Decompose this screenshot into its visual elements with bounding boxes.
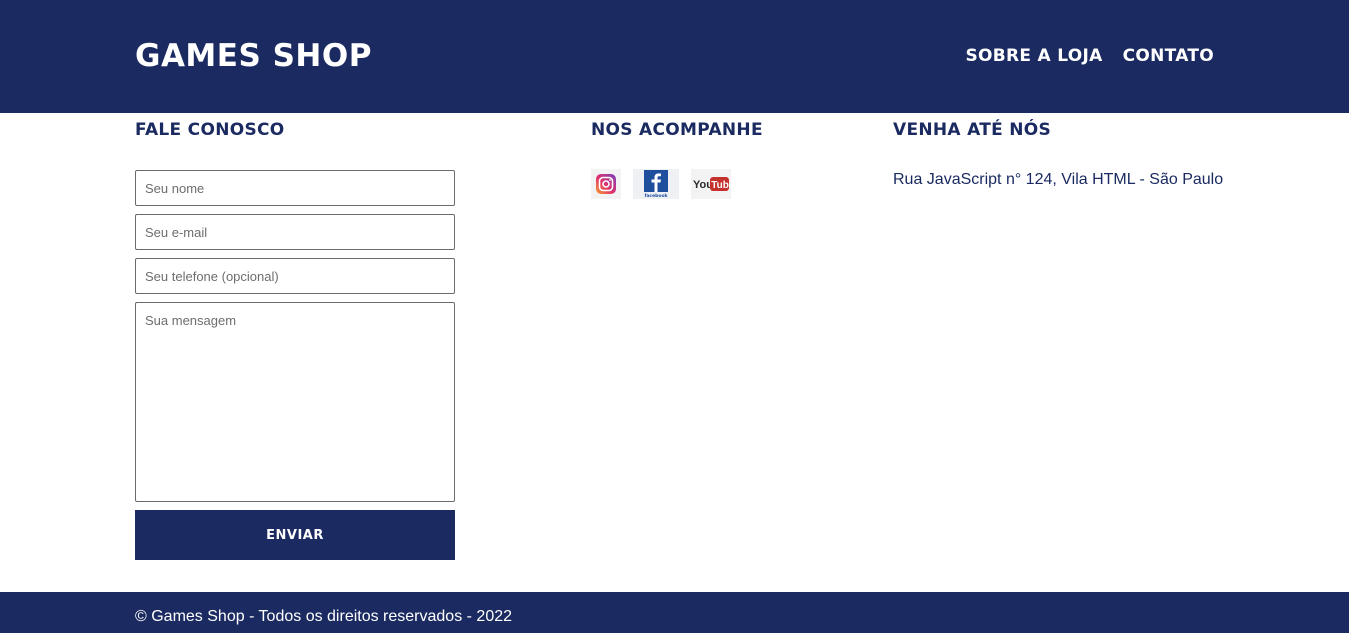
message-textarea[interactable] [135, 302, 455, 502]
youtube-text-tube: Tube [711, 180, 730, 191]
contact-heading: FALE CONOSCO [135, 120, 285, 140]
nav-link-sobre-a-loja[interactable]: SOBRE A LOJA [965, 45, 1102, 67]
site-footer: © Games Shop - Todos os direitos reserva… [0, 592, 1349, 633]
copyright-text: © Games Shop - Todos os direitos reserva… [135, 608, 513, 625]
address-text: Rua JavaScript n° 124, Vila HTML - São P… [893, 171, 1224, 188]
site-header: GAMES SHOP SOBRE A LOJA CONTATO [0, 0, 1349, 113]
facebook-icon: facebook [644, 170, 669, 198]
email-input[interactable] [135, 214, 455, 250]
facebook-caption: facebook [644, 193, 668, 198]
instagram-icon [596, 174, 616, 194]
instagram-link[interactable] [591, 169, 621, 199]
nav-link-contato[interactable]: CONTATO [1123, 45, 1214, 67]
youtube-link[interactable]: You Tube [691, 169, 731, 199]
social-section: NOS ACOMPANHE facebook You Tub [591, 118, 851, 199]
youtube-icon: You Tube [693, 177, 730, 191]
location-heading: VENHA ATÉ NÓS [893, 120, 1052, 140]
facebook-link[interactable]: facebook [633, 169, 679, 199]
phone-input[interactable] [135, 258, 455, 294]
name-input[interactable] [135, 170, 455, 206]
social-heading: NOS ACOMPANHE [591, 120, 763, 140]
submit-button[interactable]: ENVIAR [135, 510, 455, 560]
site-logo[interactable]: GAMES SHOP [135, 37, 372, 75]
location-section: VENHA ATÉ NÓS Rua JavaScript n° 124, Vil… [893, 118, 1223, 188]
social-links: facebook You Tube [591, 169, 731, 199]
contact-section: FALE CONOSCO ENVIAR [135, 118, 455, 560]
main-nav: SOBRE A LOJA CONTATO [965, 45, 1214, 67]
youtube-text-you: You [693, 179, 713, 191]
